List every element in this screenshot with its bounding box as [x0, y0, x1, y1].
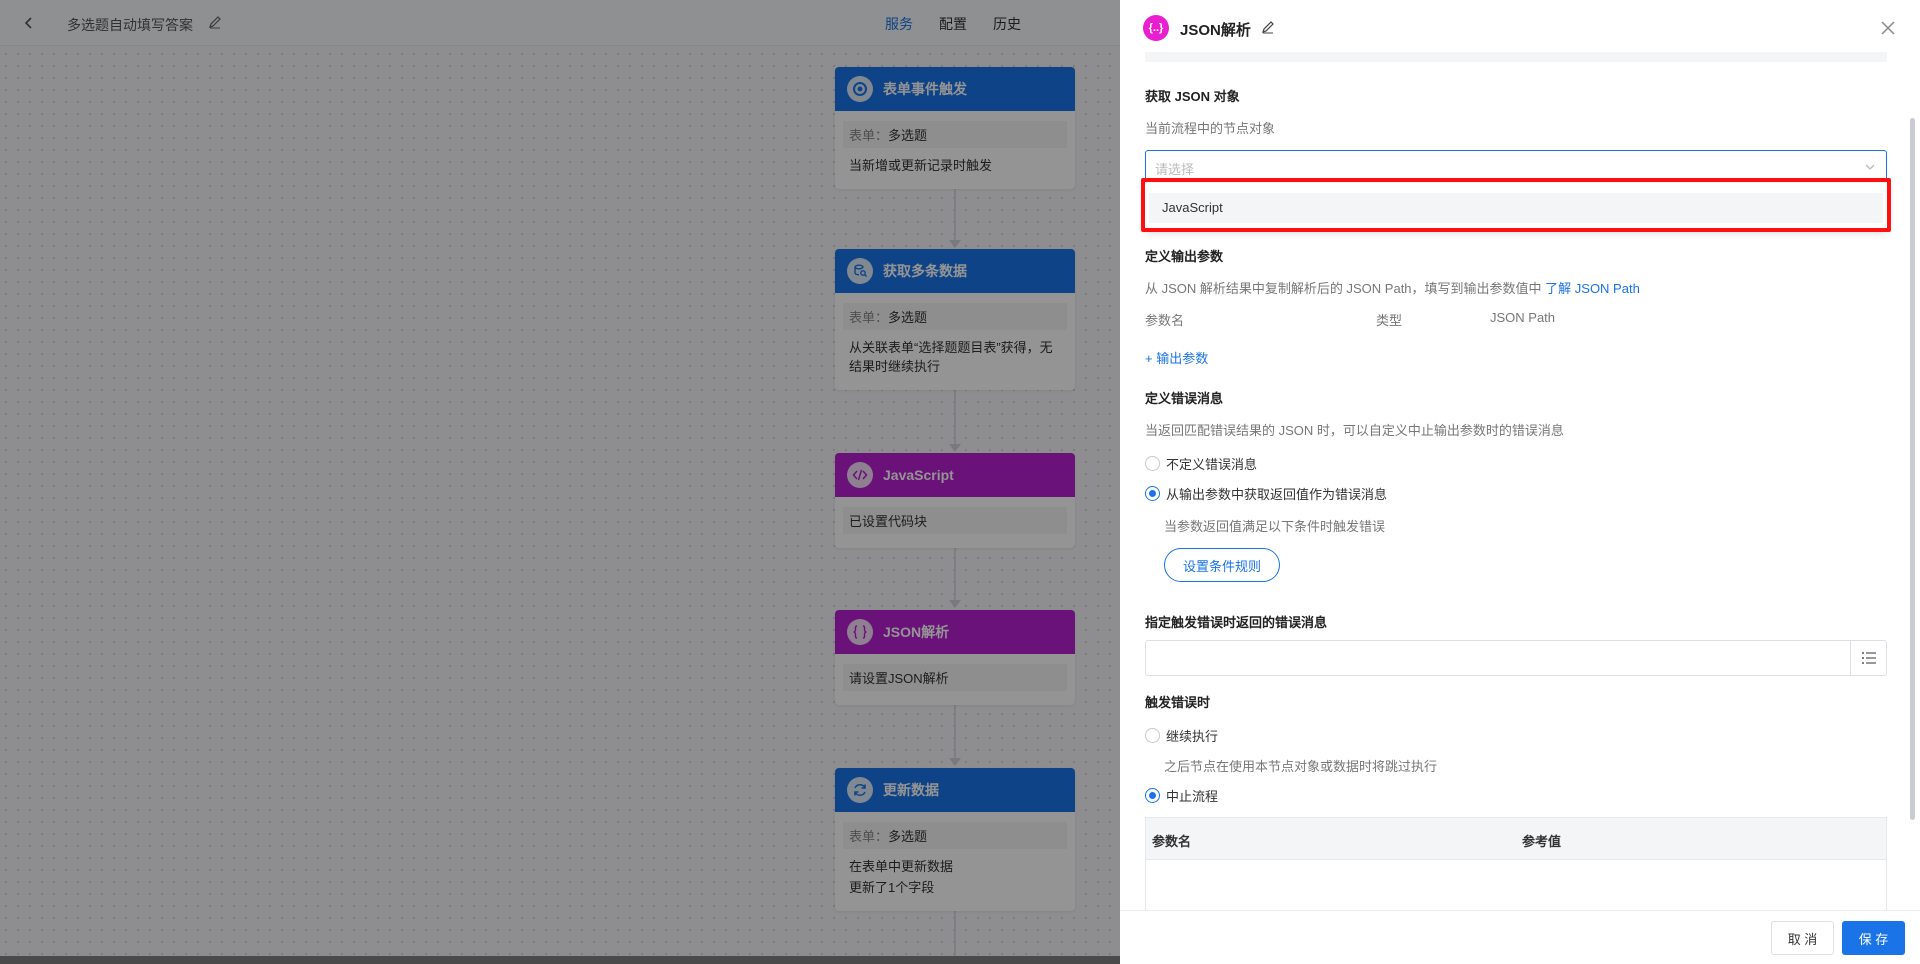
list-icon	[1861, 652, 1876, 664]
add-output-param-button[interactable]: + 输出参数	[1145, 348, 1208, 367]
error-msg-title: 定义错误消息	[1145, 391, 1224, 406]
output-params-desc: 从 JSON 解析结果中复制解析后的 JSON Path，填写到输出参数值中 了…	[1145, 281, 1640, 296]
th-param-name: 参数名	[1152, 834, 1192, 849]
get-json-title: 获取 JSON 对象	[1145, 89, 1240, 104]
on-error-title: 触发错误时	[1145, 695, 1211, 710]
drawer-header: {..} JSON解析	[1120, 0, 1920, 56]
radio-no-error-msg[interactable]: 不定义错误消息	[1145, 454, 1257, 473]
save-button[interactable]: 保 存	[1842, 921, 1905, 955]
edit-title-button[interactable]	[1260, 19, 1276, 35]
prev-section-stub	[1145, 52, 1887, 62]
specify-msg-title: 指定触发错误时返回的错误消息	[1145, 615, 1328, 630]
drawer-title: JSON解析	[1180, 22, 1251, 39]
col-type: 类型	[1376, 313, 1403, 328]
continue-desc: 之后节点在使用本节点对象或数据时将跳过执行	[1164, 759, 1438, 774]
braces-icon: {..}	[1143, 15, 1169, 41]
radio-dot	[1145, 728, 1160, 743]
pencil-icon	[1262, 21, 1274, 34]
th-reference-value: 参考值	[1522, 834, 1562, 849]
select-placeholder: 请选择	[1155, 162, 1195, 177]
json-object-select[interactable]: 请选择	[1145, 150, 1887, 182]
col-param-name: 参数名	[1145, 313, 1185, 328]
drawer-footer: 取 消 保 存	[1120, 910, 1920, 964]
set-condition-rules-button[interactable]: 设置条件规则	[1164, 548, 1280, 582]
radio-continue[interactable]: 继续执行	[1145, 726, 1218, 745]
table-header: 参数名 参考值	[1146, 818, 1886, 860]
radio-dot	[1145, 456, 1160, 471]
dropdown-option-javascript[interactable]: JavaScript	[1149, 193, 1883, 223]
canvas-bottom-bar	[0, 956, 1120, 964]
json-parse-drawer: {..} JSON解析 获取 JSON 对象 当前流程中的节点对象 请选择 Ja…	[1120, 0, 1920, 964]
output-params-title: 定义输出参数	[1145, 249, 1224, 264]
scrollbar[interactable]	[1910, 118, 1915, 820]
radio-stop-flow[interactable]: 中止流程	[1145, 786, 1218, 805]
get-json-desc: 当前流程中的节点对象	[1145, 121, 1276, 136]
close-button[interactable]	[1878, 18, 1898, 38]
error-msg-desc: 当返回匹配错误结果的 JSON 时，可以自定义中止输出参数时的错误消息	[1145, 423, 1564, 438]
select-dropdown: JavaScript	[1145, 183, 1887, 231]
radio-error-from-output[interactable]: 从输出参数中获取返回值作为错误消息	[1145, 484, 1387, 503]
variable-picker-button[interactable]	[1850, 641, 1886, 675]
modal-overlay[interactable]	[0, 0, 1120, 964]
flow-canvas[interactable]: 多选题自动填写答案 服务 配置 历史 表单事件触发 表单：多选题 当新增或更新记…	[0, 0, 1120, 964]
close-icon	[1881, 21, 1895, 35]
cancel-button[interactable]: 取 消	[1771, 921, 1834, 955]
error-message-input[interactable]	[1145, 640, 1887, 676]
col-json-path: JSON Path	[1490, 310, 1556, 325]
cond-desc: 当参数返回值满足以下条件时触发错误	[1164, 519, 1386, 534]
chevron-down-icon	[1865, 164, 1875, 170]
radio-dot	[1145, 788, 1160, 803]
learn-json-path-link[interactable]: 了解 JSON Path	[1545, 281, 1640, 296]
radio-dot	[1145, 486, 1160, 501]
